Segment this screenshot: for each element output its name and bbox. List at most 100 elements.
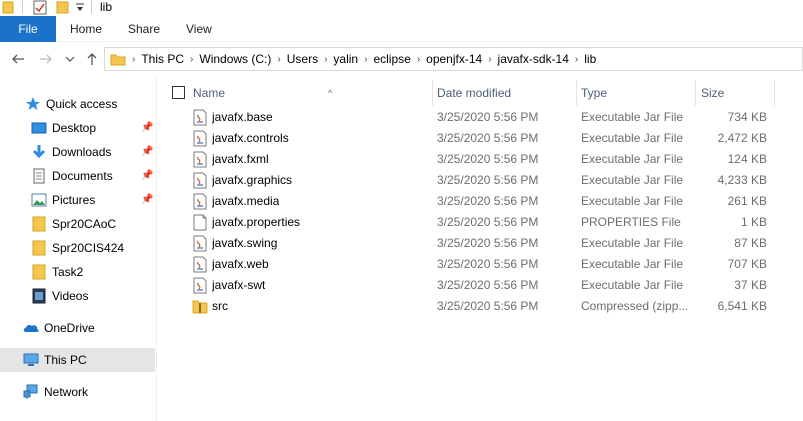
file-row[interactable]: javafx.controls 3/25/2020 5:56 PM Executab… [160, 128, 803, 149]
star-icon [26, 97, 40, 110]
folder-icon [2, 1, 14, 14]
breadcrumb-this-pc[interactable]: This PC [138, 52, 187, 66]
breadcrumb-separator-icon[interactable]: › [129, 54, 138, 65]
breadcrumb-separator-icon[interactable]: › [187, 54, 196, 65]
breadcrumb-separator-icon[interactable]: › [274, 54, 283, 65]
jar-icon [193, 256, 207, 273]
jar-icon [193, 130, 207, 147]
file-size: 87 KB [734, 236, 767, 250]
file-date: 3/25/2020 5:56 PM [437, 236, 539, 250]
breadcrumb-javafx-sdk-14[interactable]: javafx-sdk-14 [495, 52, 572, 66]
file-type: Executable Jar File [581, 194, 684, 208]
tab-view[interactable]: View [186, 16, 212, 42]
file-row[interactable]: javafx.fxml 3/25/2020 5:56 PM Executable J… [160, 149, 803, 170]
folder-icon [110, 54, 126, 66]
nav-item-videos[interactable]: Videos [0, 284, 155, 308]
select-all-checkbox[interactable] [172, 86, 185, 99]
videos-icon [32, 288, 46, 304]
file-row[interactable]: javafx.graphics 3/25/2020 5:56 PM Executab… [160, 170, 803, 191]
pin-icon[interactable]: 📌 [141, 195, 153, 205]
customize-toolbar-icon[interactable] [74, 0, 86, 14]
breadcrumb-openjfx-14[interactable]: openjfx-14 [423, 52, 485, 66]
nav-item-spr20caoc[interactable]: Spr20CAoC [0, 212, 155, 236]
documents-icon [33, 168, 45, 184]
nav-item-pictures[interactable]: Pictures 📌 [0, 188, 155, 212]
file-type: Executable Jar File [581, 131, 684, 145]
file-date: 3/25/2020 5:56 PM [437, 278, 539, 292]
file-name: src [212, 299, 228, 313]
nav-item-network[interactable]: Network [0, 380, 155, 404]
file-name: javafx.web [212, 257, 269, 271]
file-row[interactable]: javafx-swt 3/25/2020 5:56 PM Executable Ja… [160, 275, 803, 296]
file-size: 261 KB [727, 194, 767, 208]
forward-button[interactable] [38, 51, 54, 67]
jar-icon [193, 151, 207, 168]
nav-item-this-pc[interactable]: This PC [0, 348, 155, 372]
column-header-date[interactable]: Date modified [437, 80, 577, 106]
navigation-pane: Quick access Desktop 📌 Downloads 📌 Docum… [0, 76, 157, 421]
tab-share[interactable]: Share [128, 16, 160, 42]
folder-icon [32, 264, 46, 280]
breadcrumb-separator-icon[interactable]: › [361, 54, 370, 65]
window-title: lib [100, 0, 113, 14]
file-row[interactable]: javafx.swing 3/25/2020 5:56 PM Executable … [160, 233, 803, 254]
pin-icon[interactable]: 📌 [141, 123, 153, 133]
file-row[interactable]: javafx.base 3/25/2020 5:56 PM Executable J… [160, 107, 803, 128]
address-bar[interactable]: › This PC › Windows (C:) › Users › yalin… [104, 47, 803, 71]
nav-label: OneDrive [44, 321, 95, 335]
file-type: Compressed (zipp... [581, 299, 689, 313]
file-row[interactable]: src 3/25/2020 5:56 PM Compressed (zipp... 6… [160, 296, 803, 317]
nav-item-quick-access[interactable]: Quick access [0, 92, 155, 116]
new-folder-icon[interactable] [56, 0, 70, 14]
nav-item-documents[interactable]: Documents 📌 [0, 164, 155, 188]
file-name: javafx.base [212, 110, 273, 124]
column-header-size[interactable]: Size [701, 80, 771, 106]
nav-item-desktop[interactable]: Desktop 📌 [0, 116, 155, 140]
file-row[interactable]: javafx.web 3/25/2020 5:56 PM Executable Ja… [160, 254, 803, 275]
tab-file[interactable]: File [0, 16, 56, 42]
pin-icon[interactable]: 📌 [141, 171, 153, 181]
breadcrumb-separator-icon[interactable]: › [485, 54, 494, 65]
file-name: javafx.properties [212, 215, 301, 229]
breadcrumb-separator-icon[interactable]: › [572, 54, 581, 65]
file-name: javafx.media [212, 194, 280, 208]
jar-icon [193, 172, 207, 189]
file-icon [193, 214, 207, 231]
nav-item-downloads[interactable]: Downloads 📌 [0, 140, 155, 164]
file-type: Executable Jar File [581, 278, 684, 292]
breadcrumb-lib[interactable]: lib [581, 52, 599, 66]
file-row[interactable]: javafx.properties 3/25/2020 5:56 PM PROPER… [160, 212, 803, 233]
pictures-icon [31, 193, 47, 207]
file-size: 1 KB [740, 215, 767, 229]
back-button[interactable] [10, 51, 26, 67]
file-size: 734 KB [727, 110, 767, 124]
breadcrumb-separator-icon[interactable]: › [414, 54, 423, 65]
breadcrumb-yalin[interactable]: yalin [330, 52, 361, 66]
file-name: javafx.fxml [212, 152, 269, 166]
column-header-name[interactable]: Name ^ [193, 80, 433, 106]
computer-icon [23, 353, 39, 366]
jar-icon [193, 277, 207, 294]
properties-checkbox-icon[interactable] [32, 0, 48, 15]
file-type: Executable Jar File [581, 110, 684, 124]
file-type: Executable Jar File [581, 152, 684, 166]
breadcrumb-separator-icon[interactable]: › [321, 54, 330, 65]
breadcrumb: › This PC › Windows (C:) › Users › yalin… [105, 48, 599, 70]
breadcrumb-users[interactable]: Users [284, 52, 321, 66]
nav-label: Pictures [52, 193, 96, 207]
nav-item-spr20cis424[interactable]: Spr20CIS424 [0, 236, 155, 260]
pin-icon[interactable]: 📌 [141, 147, 153, 157]
nav-label: Quick access [46, 97, 118, 111]
column-header-type[interactable]: Type [581, 80, 695, 106]
nav-label: Task2 [52, 265, 84, 279]
sort-ascending-icon: ^ [328, 88, 333, 98]
nav-item-onedrive[interactable]: OneDrive [0, 316, 155, 340]
breadcrumb-eclipse[interactable]: eclipse [370, 52, 413, 66]
nav-item-task2[interactable]: Task2 [0, 260, 155, 284]
file-row[interactable]: javafx.media 3/25/2020 5:56 PM Executable … [160, 191, 803, 212]
file-size: 2,472 KB [717, 131, 767, 145]
recent-locations-button[interactable] [62, 51, 78, 67]
up-button[interactable] [84, 51, 100, 67]
breadcrumb-windows-c[interactable]: Windows (C:) [196, 52, 274, 66]
tab-home[interactable]: Home [70, 16, 102, 42]
